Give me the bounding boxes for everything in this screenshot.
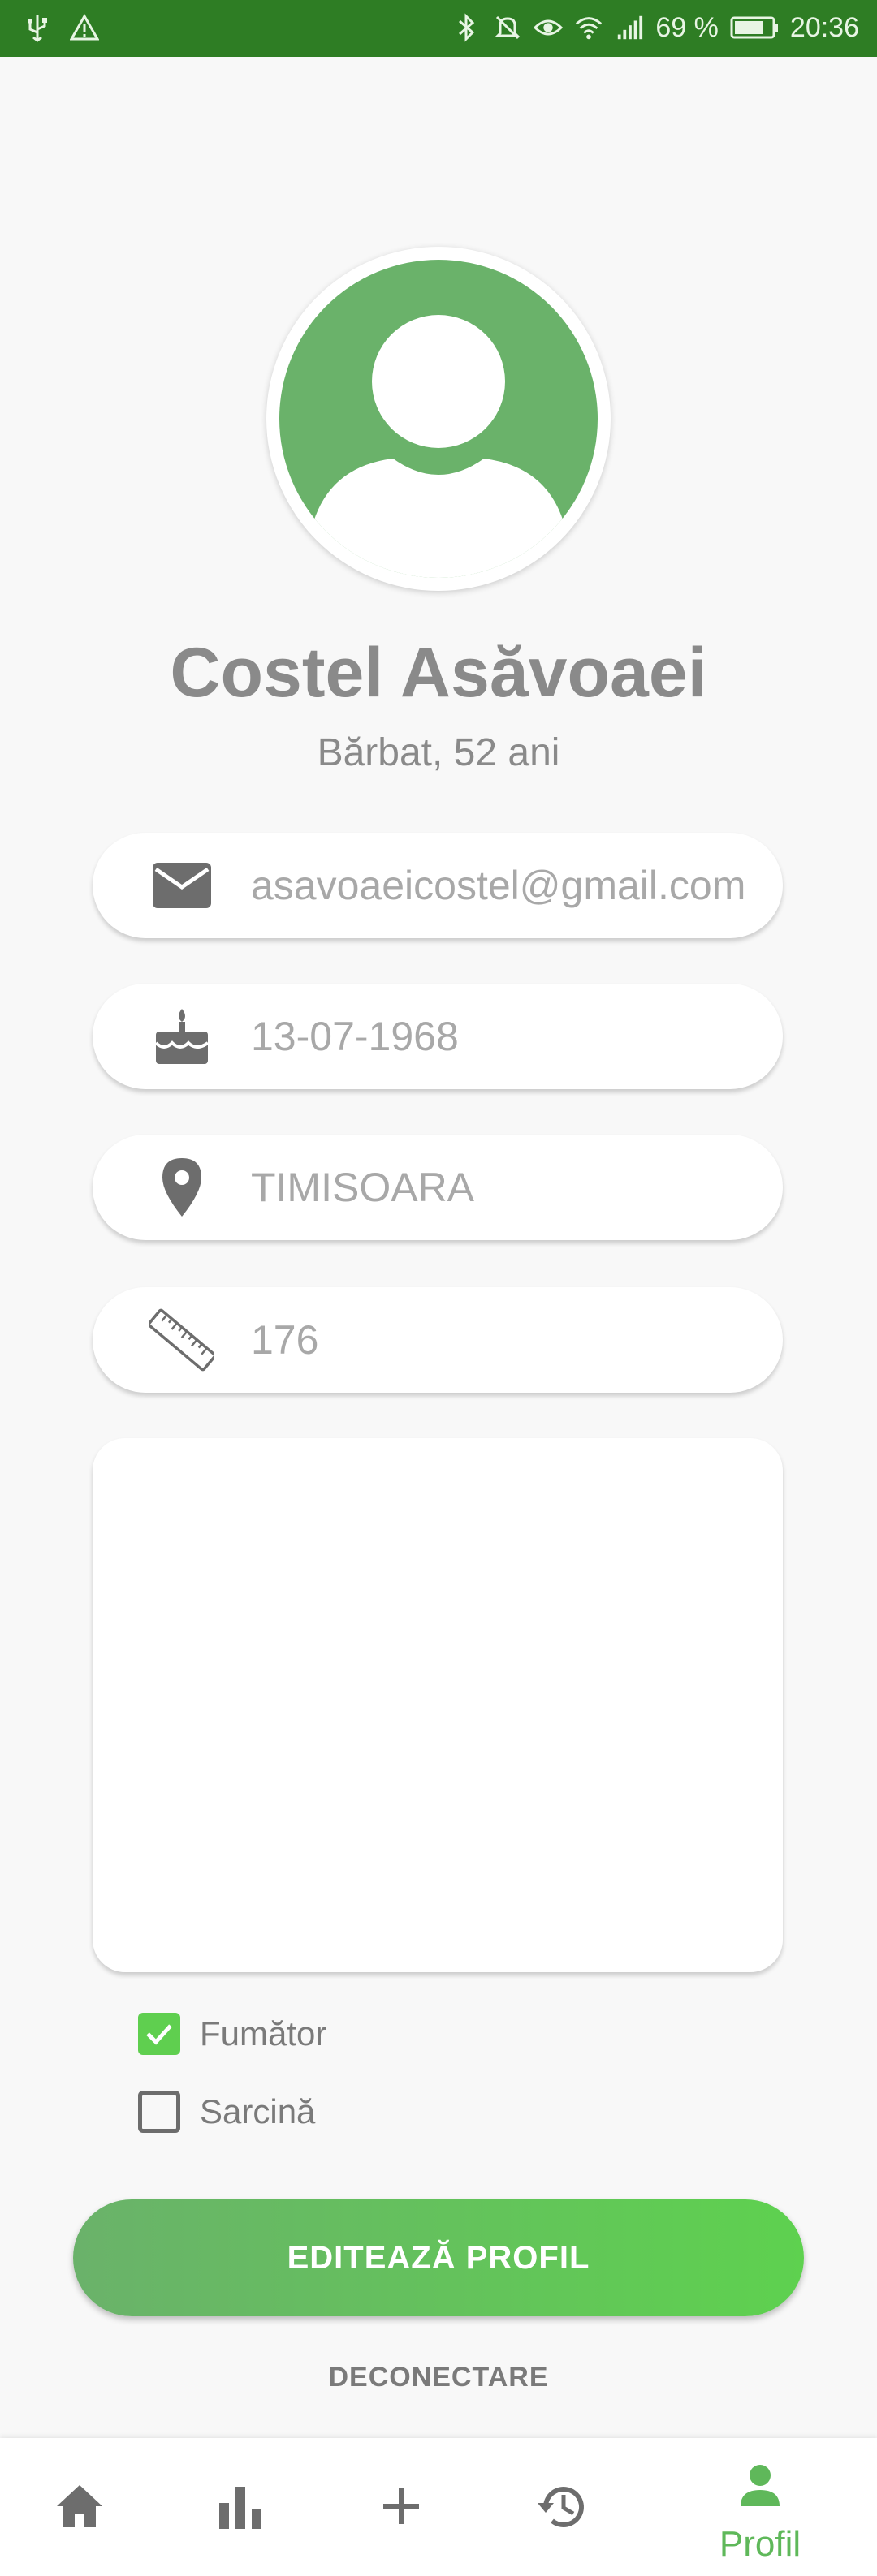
plus-icon — [383, 2488, 419, 2524]
battery-percent: 69 % — [655, 12, 719, 43]
signal-icon — [615, 11, 644, 44]
eye-icon — [534, 11, 564, 44]
status-bar: 69 % 20:36 — [0, 0, 877, 57]
location-pin-icon — [149, 1155, 214, 1220]
bluetooth-icon — [452, 11, 482, 44]
profile-subtitle: Bărbat, 52 ani — [317, 731, 560, 774]
check-icon — [146, 2024, 172, 2045]
email-value: asavoaeicostel@gmail.com — [251, 863, 746, 908]
person-icon — [741, 2465, 780, 2506]
profile-name: Costel Asăvoaei — [170, 634, 707, 712]
nav-home[interactable] — [15, 2438, 145, 2576]
logout-button[interactable]: DECONECTARE — [0, 2362, 877, 2393]
pregnancy-checkbox[interactable] — [138, 2091, 180, 2133]
warning-icon — [70, 11, 99, 44]
birthdate-field[interactable]: 13-07-1968 — [93, 984, 783, 1089]
height-field[interactable]: 176 — [93, 1287, 783, 1393]
location-field[interactable]: TIMISOARA — [93, 1135, 783, 1240]
smoker-label: Fumător — [200, 2014, 327, 2053]
bar-chart-icon — [219, 2487, 261, 2529]
clock-time: 20:36 — [789, 12, 859, 43]
history-icon — [538, 2487, 584, 2527]
nav-history[interactable] — [497, 2438, 627, 2576]
email-icon — [149, 853, 214, 918]
battery-icon — [730, 11, 779, 44]
notes-textarea[interactable] — [93, 1438, 783, 1972]
nav-add[interactable] — [336, 2438, 466, 2576]
edit-profile-button[interactable]: EDITEAZĂ PROFIL — [73, 2199, 804, 2316]
location-value: TIMISOARA — [251, 1165, 475, 1210]
nav-profile[interactable]: Profil — [695, 2438, 825, 2576]
height-value: 176 — [251, 1317, 319, 1363]
email-field[interactable]: asavoaeicostel@gmail.com — [93, 833, 783, 938]
pregnancy-checkbox-row[interactable]: Sarcină — [138, 2089, 315, 2134]
birthdate-value: 13-07-1968 — [251, 1014, 459, 1059]
person-avatar-icon — [279, 260, 598, 578]
smoker-checkbox-row[interactable]: Fumător — [138, 2011, 326, 2057]
nav-profile-label: Profil — [719, 2524, 801, 2564]
wifi-icon — [574, 11, 603, 44]
cake-icon — [149, 1004, 214, 1069]
avatar[interactable] — [266, 247, 611, 591]
home-icon — [57, 2485, 102, 2527]
usb-icon — [23, 11, 52, 44]
mute-icon — [493, 11, 522, 44]
smoker-checkbox[interactable] — [138, 2013, 180, 2055]
ruler-icon — [147, 1307, 217, 1372]
bottom-nav: Profil — [0, 2438, 877, 2576]
nav-stats[interactable] — [175, 2438, 305, 2576]
pregnancy-label: Sarcină — [200, 2092, 316, 2130]
